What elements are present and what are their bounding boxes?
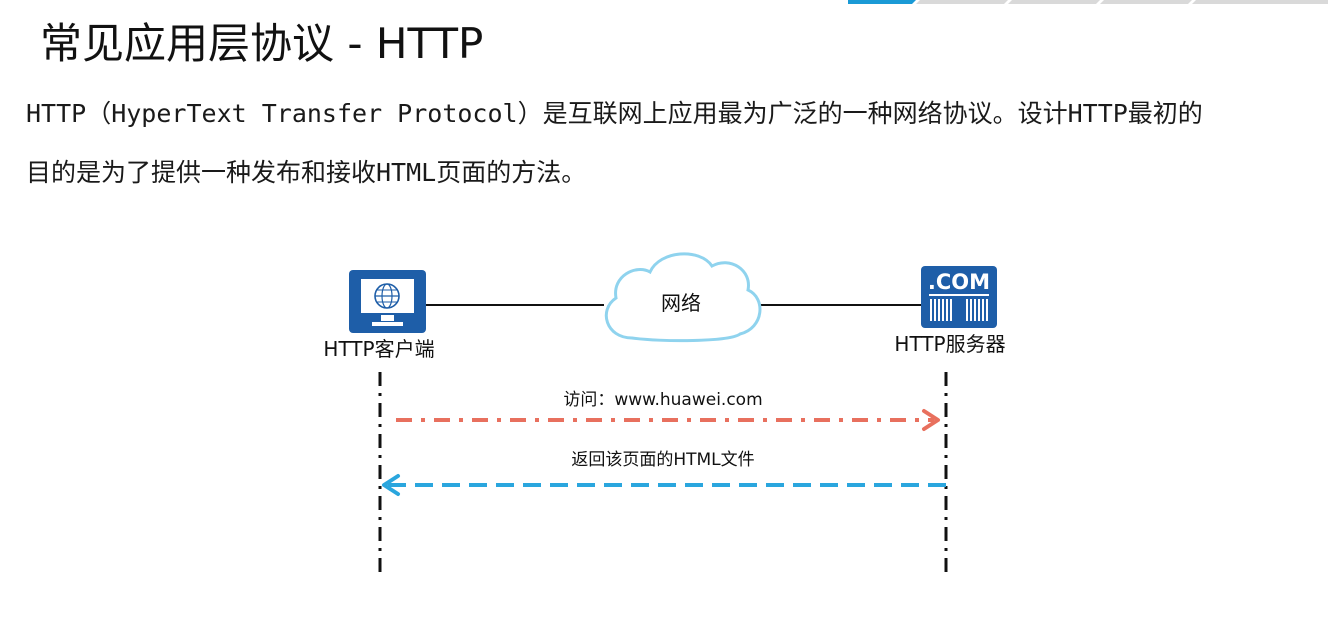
monitor-globe-icon [349,270,426,333]
response-label: 返回该页面的HTML文件 [571,450,754,470]
server-badge: .COM [928,270,990,294]
server-label: HTTP服务器 [894,332,1005,356]
http-diagram: 网络 HTTP客户端 .COM HTTP服务器 访问：www.huawei.co… [323,252,1006,572]
network-label: 网络 [661,291,701,315]
request-label: 访问：www.huawei.com [563,390,762,410]
client-label: HTTP客户端 [323,337,434,361]
server-com-icon: .COM [921,266,997,328]
